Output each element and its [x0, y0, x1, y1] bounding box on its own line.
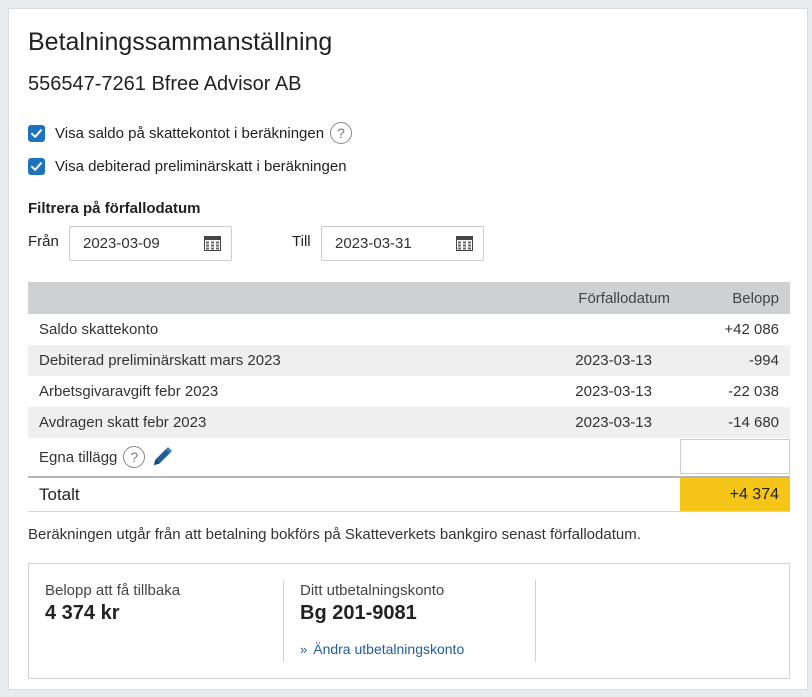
show-prelim-tax-checkbox[interactable] — [28, 158, 45, 175]
divider — [283, 580, 284, 662]
from-date-label: Från — [28, 233, 59, 250]
payout-account-section: Ditt utbetalningskonto Bg 201-9081 » Änd… — [300, 582, 464, 657]
to-date-input[interactable]: 2023-03-31 — [321, 226, 484, 261]
row-name: Avdragen skatt febr 2023 — [39, 414, 207, 431]
checkmark-icon — [31, 128, 42, 138]
chevron-double-right-icon: » — [300, 641, 308, 657]
calendar-icon[interactable] — [456, 236, 473, 251]
payment-table: Förfallodatum Belopp Saldo skattekonto +… — [28, 282, 790, 512]
change-payout-account-label: Ändra utbetalningskonto — [313, 641, 465, 657]
row-name: Debiterad preliminärskatt mars 2023 — [39, 352, 281, 369]
row-date: 2023-03-13 — [575, 414, 652, 431]
row-name: Arbetsgivaravgift febr 2023 — [39, 383, 219, 400]
divider — [535, 580, 536, 662]
refund-section: Belopp att få tillbaka 4 374 kr — [45, 582, 180, 625]
to-date-value: 2023-03-31 — [335, 235, 412, 252]
help-icon[interactable]: ? — [330, 122, 353, 144]
filter-heading: Filtrera på förfallodatum — [28, 200, 201, 217]
calculation-note: Beräkningen utgår från att betalning bok… — [28, 526, 641, 543]
row-amount: -994 — [748, 352, 779, 369]
option-show-prelim-tax[interactable]: Visa debiterad preliminärskatt i beräkni… — [28, 158, 347, 175]
show-balance-label: Visa saldo på skattekontot i beräkningen — [55, 124, 325, 142]
calendar-icon[interactable] — [204, 236, 221, 251]
custom-additions-label: Egna tillägg — [39, 448, 118, 466]
row-name: Saldo skattekonto — [39, 321, 159, 338]
total-row: Totalt +4 374 — [28, 476, 790, 512]
row-date: 2023-03-13 — [575, 383, 652, 400]
payout-account-label: Ditt utbetalningskonto — [300, 582, 445, 599]
pencil-icon[interactable] — [151, 446, 173, 468]
help-icon[interactable]: ? — [123, 446, 146, 468]
payout-account-value: Bg 201-9081 — [300, 602, 417, 624]
header-amount: Belopp — [732, 289, 779, 307]
show-balance-checkbox[interactable] — [28, 124, 45, 142]
row-amount: +42 086 — [724, 321, 779, 338]
table-row: Saldo skattekonto +42 086 — [28, 314, 790, 345]
custom-additions-row: Egna tillägg ? — [28, 438, 790, 476]
refund-value: 4 374 kr — [45, 602, 120, 624]
option-show-balance[interactable]: Visa saldo på skattekontot i beräkningen… — [28, 122, 353, 144]
table-header: Förfallodatum Belopp — [28, 282, 790, 314]
total-label: Totalt — [39, 484, 80, 504]
from-date-input[interactable]: 2023-03-09 — [69, 226, 232, 261]
company-name: 556547-7261 Bfree Advisor AB — [28, 73, 302, 95]
row-date: 2023-03-13 — [575, 352, 652, 369]
total-amount: +4 374 — [680, 478, 790, 511]
from-date-value: 2023-03-09 — [83, 235, 160, 252]
header-due-date: Förfallodatum — [578, 289, 670, 307]
payment-summary-card: Betalningssammanställning 556547-7261 Bf… — [8, 8, 808, 690]
row-amount: -22 038 — [728, 383, 779, 400]
row-amount: -14 680 — [728, 414, 779, 431]
table-row: Avdragen skatt febr 2023 2023-03-13 -14 … — [28, 407, 790, 438]
table-row: Arbetsgivaravgift febr 2023 2023-03-13 -… — [28, 376, 790, 407]
checkmark-icon — [31, 162, 42, 171]
change-payout-account-link[interactable]: » Ändra utbetalningskonto — [300, 641, 464, 657]
payout-summary-box: Belopp att få tillbaka 4 374 kr Ditt utb… — [28, 563, 790, 679]
page-title: Betalningssammanställning — [28, 28, 333, 56]
show-prelim-tax-label: Visa debiterad preliminärskatt i beräkni… — [55, 158, 347, 175]
table-row: Debiterad preliminärskatt mars 2023 2023… — [28, 345, 790, 376]
custom-additions-input[interactable] — [680, 439, 790, 474]
refund-label: Belopp att få tillbaka — [45, 582, 181, 599]
to-date-label: Till — [292, 233, 311, 250]
